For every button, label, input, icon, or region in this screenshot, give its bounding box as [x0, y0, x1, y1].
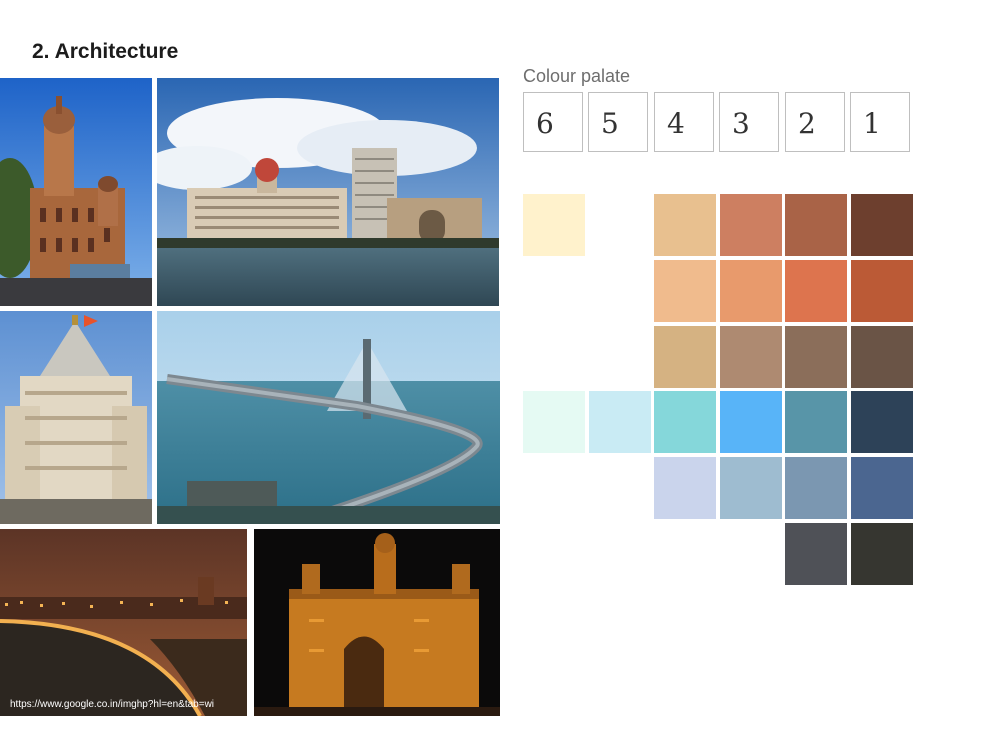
- colour-swatch: [589, 391, 651, 453]
- colour-swatch: [851, 260, 913, 322]
- colour-swatch: [720, 457, 782, 519]
- page-title: 2. Architecture: [32, 40, 179, 63]
- palate-column-2: 2: [785, 92, 845, 152]
- colour-swatch: [785, 326, 847, 388]
- colour-swatch: [785, 194, 847, 256]
- image-source-caption: https://www.google.co.in/imghp?hl=en&tab…: [10, 699, 215, 710]
- colour-swatch: [654, 391, 716, 453]
- colour-palate-label: Colour palate: [523, 66, 631, 86]
- colour-swatch: [654, 194, 716, 256]
- colour-swatch: [654, 260, 716, 322]
- colour-swatch: [720, 194, 782, 256]
- colour-swatch: [720, 326, 782, 388]
- photo-bmc-building: [0, 78, 152, 306]
- palate-column-4: 4: [654, 92, 714, 152]
- colour-swatch: [851, 194, 913, 256]
- colour-swatch: [851, 457, 913, 519]
- colour-swatch: [654, 457, 716, 519]
- colour-swatch: [851, 391, 913, 453]
- colour-swatch: [851, 523, 913, 585]
- palate-column-5: 5: [588, 92, 648, 152]
- photo-taj-hotel: [157, 78, 499, 306]
- colour-swatch: [785, 523, 847, 585]
- palate-column-3: 3: [719, 92, 779, 152]
- photo-sea-link-bridge: [157, 311, 500, 524]
- colour-swatch: [523, 391, 585, 453]
- colour-swatch: [851, 326, 913, 388]
- photo-gateway-of-india-night: [254, 529, 500, 716]
- colour-swatch: [785, 457, 847, 519]
- colour-swatch: [720, 260, 782, 322]
- colour-swatch: [523, 194, 585, 256]
- photo-marine-drive-night: https://www.google.co.in/imghp?hl=en&tab…: [0, 529, 247, 716]
- palate-column-6: 6: [523, 92, 583, 152]
- colour-swatch: [654, 326, 716, 388]
- palate-column-1: 1: [850, 92, 910, 152]
- colour-swatch: [785, 391, 847, 453]
- colour-swatch: [785, 260, 847, 322]
- photo-siddhivinayak-temple: [0, 311, 152, 524]
- colour-swatch: [720, 391, 782, 453]
